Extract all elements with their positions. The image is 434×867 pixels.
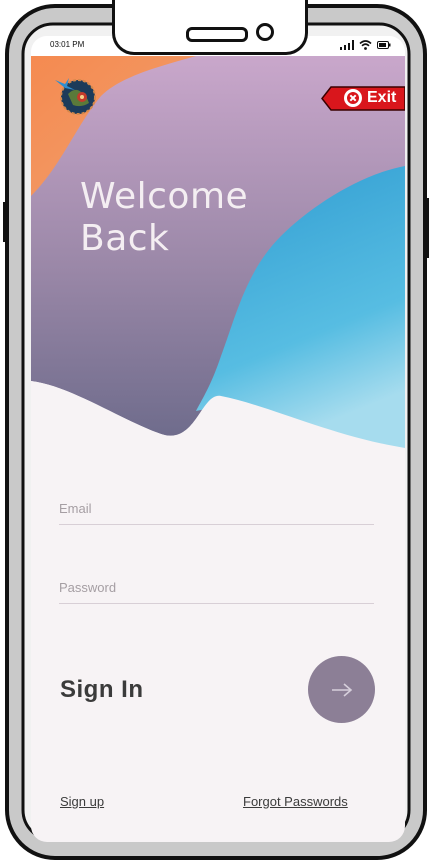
speaker-grille	[186, 27, 248, 42]
app-logo	[51, 72, 105, 116]
email-field[interactable]	[59, 501, 374, 516]
arrow-right-icon	[331, 682, 352, 697]
close-circle-icon	[344, 89, 362, 107]
app-screen: 03:01 PM Exit Welcome Back Email Sign In…	[31, 36, 405, 842]
sign-up-link[interactable]: Sign up	[60, 794, 104, 809]
battery-icon	[377, 41, 391, 49]
wifi-icon	[359, 40, 372, 50]
password-field[interactable]	[59, 580, 374, 595]
welcome-title-line-2: Back	[80, 218, 170, 259]
background-art	[31, 56, 405, 476]
password-field-container	[59, 579, 374, 604]
sign-in-button[interactable]	[308, 656, 375, 723]
exit-button[interactable]: Exit	[321, 86, 405, 111]
signal-icon	[340, 40, 354, 50]
sign-in-title: Sign In	[60, 676, 144, 703]
email-field-container	[59, 500, 374, 525]
globe-plane-logo-icon	[55, 78, 96, 115]
status-time: 03:01 PM	[50, 40, 85, 49]
welcome-title-line-1: Welcome	[80, 176, 249, 217]
exit-label: Exit	[367, 89, 397, 106]
forgot-password-link[interactable]: Forgot Passwords	[243, 794, 348, 809]
front-camera	[256, 23, 274, 41]
welcome-title: Welcome Back	[80, 176, 248, 260]
